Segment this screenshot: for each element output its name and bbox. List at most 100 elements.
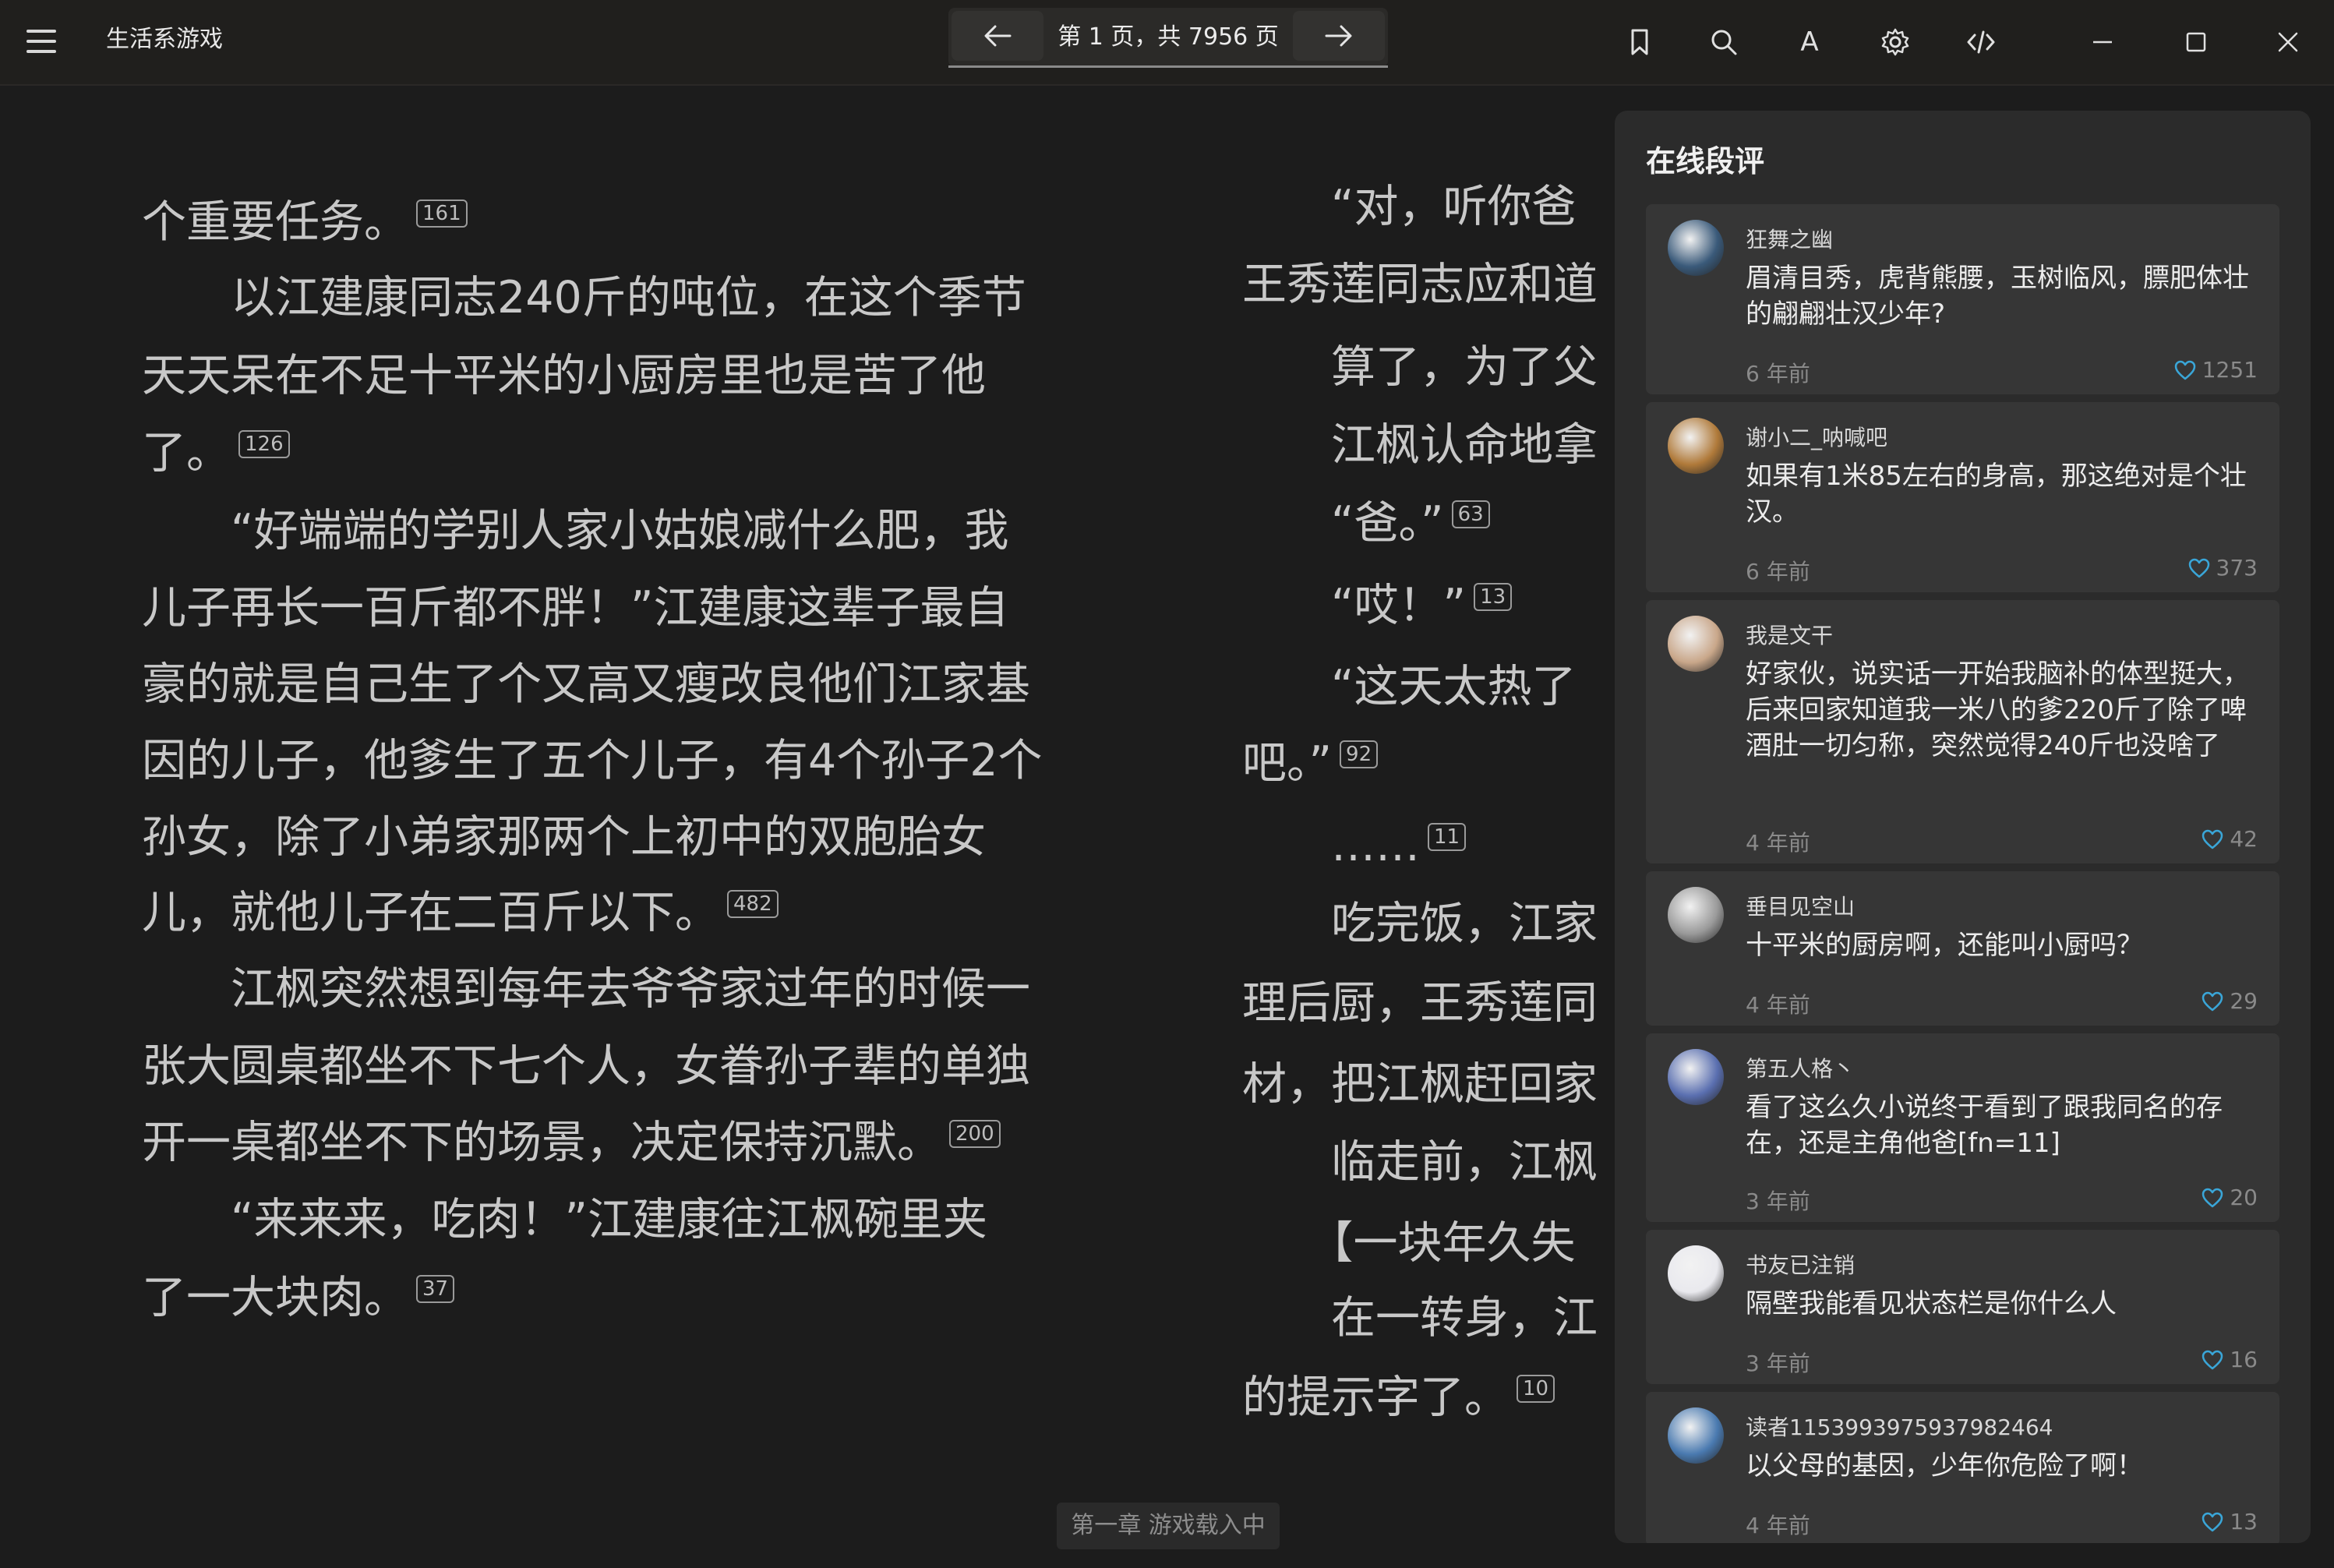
developer-tools-button[interactable] — [1961, 22, 2001, 62]
text-line-content: 天天呆在不足十平米的小厨房里也是苦了他 — [142, 350, 986, 401]
comment-text: 眉清目秀，虎背熊腰，玉树临风，膘肥体壮的翩翩壮汉少年? — [1746, 263, 2249, 330]
text-line-content: “哎！” — [1242, 580, 1467, 631]
chapter-label: 第一章 游戏载入中 — [1057, 1503, 1280, 1549]
comment-text: 隔壁我能看见状态栏是你什么人 — [1746, 1288, 2117, 1319]
comment-card[interactable]: 我是文干好家伙，说实话一开始我脑补的体型挺大，后来回家知道我一米八的爹220斤了… — [1646, 600, 2279, 863]
text-line-content: 理后厨，王秀莲同 — [1242, 977, 1598, 1029]
text-line-content: 的提示字了。 — [1242, 1372, 1509, 1423]
text-line: “对，听你爸 — [1242, 179, 1577, 234]
text-line-content: 因的儿子，他爹生了五个儿子，有4个孙子2个 — [142, 735, 1043, 786]
text-line: “哎！” 13 — [1242, 578, 1513, 633]
comment-username[interactable]: 谢小二_呐喊吧 — [1746, 421, 1887, 452]
text-line-content: 个重要任务。 — [142, 196, 408, 248]
text-line: 【一块年久失 — [1242, 1216, 1576, 1270]
code-icon — [1967, 30, 1995, 54]
bookmark-icon — [1631, 29, 1648, 55]
paragraph-comment-count-badge[interactable]: 37 — [416, 1275, 455, 1304]
bookmark-button[interactable] — [1619, 22, 1660, 62]
paragraph-comment-count-badge[interactable]: 161 — [416, 200, 468, 228]
like-button[interactable]: 373 — [2188, 555, 2258, 581]
read-aloud-button[interactable]: A — [1789, 22, 1830, 62]
paragraph-comment-count-badge[interactable]: 13 — [1474, 583, 1513, 612]
paragraph-comment-count-badge[interactable]: 11 — [1428, 823, 1467, 852]
comment-card[interactable]: 谢小二_呐喊吧 如果有1米85左右的身高，那这绝对是个壮汉。 6 年前 373 — [1646, 402, 2279, 592]
comment-card[interactable]: 垂目见空山十平米的厨房啊，还能叫小厨吗？ 4 年前 29 — [1646, 871, 2279, 1026]
paragraph-comment-count-badge[interactable]: 482 — [727, 890, 779, 919]
avatar[interactable] — [1668, 1407, 1724, 1464]
text-line: 孙女，除了小弟家那两个上初中的双胞胎女 — [142, 810, 986, 864]
comment-card[interactable]: 狂舞之幽 眉清目秀，虎背熊腰，玉树临风，膘肥体壮的翩翩壮汉少年? 6 年前 1251 — [1646, 204, 2279, 394]
comment-card[interactable]: 读者1153993975937982464 以父母的基因，少年你危险了啊！ 4 年前… — [1646, 1392, 2279, 1543]
text-line-content: 开一桌都坐不下的场景，决定保持沉默。 — [142, 1117, 941, 1168]
text-line: 个重要任务。 161 — [142, 195, 468, 249]
avatar[interactable] — [1668, 887, 1724, 943]
comment-username[interactable]: 垂目见空山 — [1746, 890, 1855, 921]
comment-text: 看了这么久小说终于看到了跟我同名的存在，还是主角他爸[fn=11] — [1746, 1092, 2223, 1159]
text-line-content: 了。 — [142, 427, 231, 479]
like-button[interactable]: 16 — [2202, 1347, 2258, 1372]
text-line: 临走前，江枫 — [1242, 1135, 1598, 1189]
comment-username[interactable]: 书友已注销 — [1746, 1248, 1855, 1280]
like-count: 1251 — [2202, 357, 2258, 383]
comment-username[interactable]: 狂舞之幽 — [1746, 223, 1833, 254]
avatar[interactable] — [1668, 1245, 1724, 1301]
avatar[interactable] — [1668, 418, 1724, 474]
comment-card[interactable]: 第五人格丶 看了这么久小说终于看到了跟我同名的存在，还是主角他爸[fn=11] 3 … — [1646, 1033, 2279, 1222]
close-button[interactable] — [2268, 22, 2308, 62]
text-line-content: 了一大块肉。 — [142, 1272, 408, 1323]
comment-username[interactable]: 读者1153993975937982464 — [1746, 1411, 2053, 1442]
avatar[interactable] — [1668, 616, 1724, 672]
like-button[interactable]: 20 — [2202, 1185, 2258, 1210]
text-line: “来来来，吃肉！”江建康往江枫碗里夹 — [142, 1192, 987, 1247]
text-line-content: “爸。” — [1242, 497, 1444, 549]
text-line-content: 算了，为了父 — [1242, 341, 1598, 393]
comment-card[interactable]: 书友已注销隔壁我能看见状态栏是你什么人 3 年前 16 — [1646, 1230, 2279, 1384]
close-icon — [2278, 32, 2298, 52]
text-line-content: 在一转身，江 — [1242, 1292, 1598, 1344]
hamburger-menu-icon[interactable] — [23, 23, 59, 59]
heart-icon — [2202, 1188, 2223, 1207]
like-button[interactable]: 29 — [2202, 988, 2258, 1014]
search-button[interactable] — [1704, 22, 1744, 62]
text-line: 材，把江枫赶回家 — [1242, 1057, 1598, 1111]
minimize-button[interactable] — [2082, 22, 2123, 62]
text-line-content: 吃完饭，江家 — [1242, 898, 1598, 949]
page-navigator: 第 1 页，共 7956 页 — [948, 8, 1388, 67]
next-page-button[interactable] — [1293, 11, 1385, 61]
comment-text: 以父母的基因，少年你危险了啊！ — [1746, 1450, 2143, 1481]
book-title: 生活系游戏 — [106, 26, 223, 53]
arrow-right-icon — [1325, 25, 1352, 47]
comment-username[interactable]: 第五人格丶 — [1746, 1052, 1855, 1083]
page-indicator[interactable]: 第 1 页，共 7956 页 — [1050, 8, 1287, 67]
avatar[interactable] — [1668, 220, 1724, 276]
maximize-button[interactable] — [2176, 22, 2216, 62]
paragraph-comment-count-badge[interactable]: 200 — [949, 1120, 1001, 1149]
paragraph-comment-count-badge[interactable]: 92 — [1340, 740, 1379, 769]
like-button[interactable]: 42 — [2202, 826, 2258, 852]
comment-timestamp: 6 年前 — [1746, 559, 1810, 584]
like-button[interactable]: 13 — [2202, 1509, 2258, 1534]
paragraph-comment-count-badge[interactable]: 63 — [1451, 500, 1490, 529]
like-button[interactable]: 1251 — [2174, 357, 2258, 383]
previous-page-button[interactable] — [952, 11, 1043, 61]
settings-button[interactable] — [1875, 22, 1916, 62]
text-line: 了一大块肉。 37 — [142, 1270, 455, 1325]
comment-timestamp: 3 年前 — [1746, 1351, 1810, 1376]
paragraph-comment-count-badge[interactable]: 10 — [1517, 1375, 1555, 1404]
comment-text: 好家伙，说实话一开始我脑补的体型挺大，后来回家知道我一米八的爹220斤了除了啤酒… — [1746, 659, 2249, 761]
text-line: 儿子再长一百斤都不胖！”江建康这辈子最自 — [142, 581, 1009, 635]
like-count: 29 — [2230, 988, 2258, 1014]
text-line-content: 孙女，除了小弟家那两个上初中的双胞胎女 — [142, 811, 986, 863]
heart-icon — [2202, 1512, 2223, 1531]
like-count: 42 — [2230, 826, 2258, 852]
text-line: 豪的就是自己生了个又高又瘦改良他们江家基 — [142, 657, 1030, 712]
comment-username[interactable]: 我是文干 — [1746, 619, 1833, 650]
heart-icon — [2202, 991, 2223, 1011]
avatar[interactable] — [1668, 1049, 1724, 1105]
like-count: 13 — [2230, 1509, 2258, 1534]
comment-text: 十平米的厨房啊，还能叫小厨吗？ — [1746, 930, 2143, 961]
comment-timestamp: 4 年前 — [1746, 992, 1810, 1018]
text-line: 吃完饭，江家 — [1242, 896, 1598, 951]
text-line: 张大圆桌都坐不下七个人，女眷孙子辈的单独 — [142, 1039, 1030, 1093]
paragraph-comment-count-badge[interactable]: 126 — [238, 430, 290, 459]
